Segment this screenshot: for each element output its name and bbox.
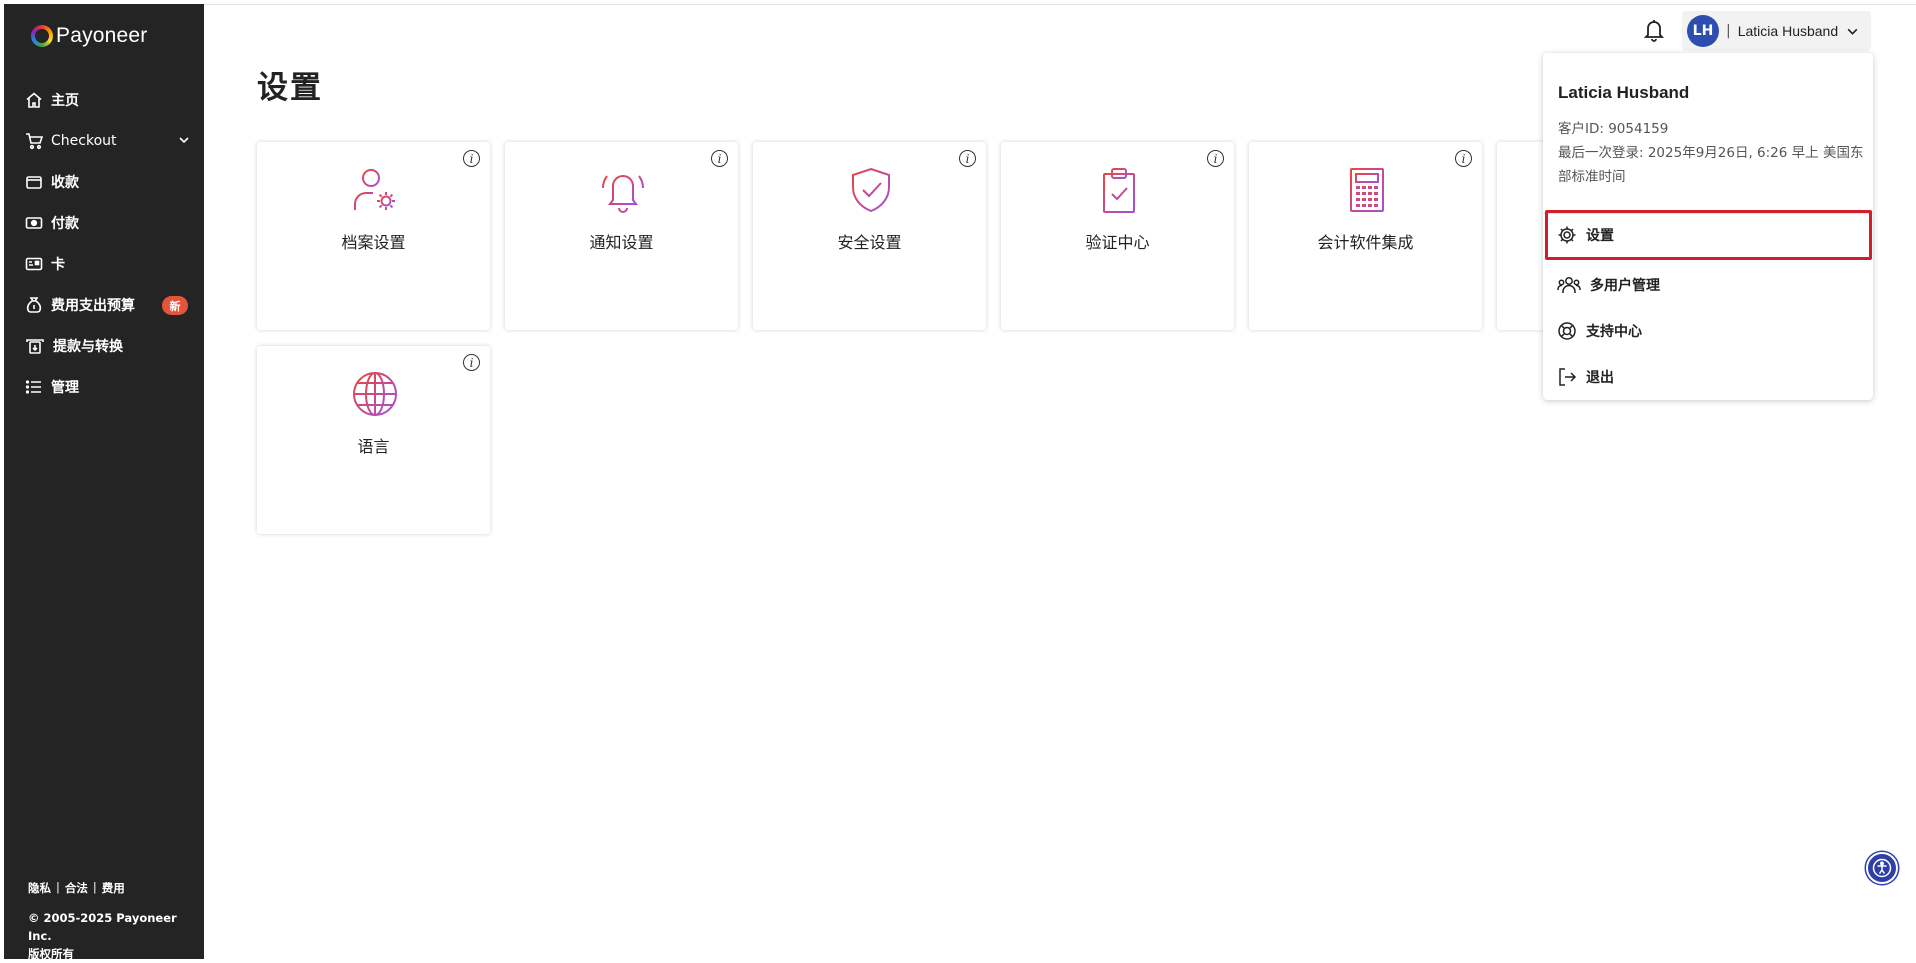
users-icon (1557, 277, 1581, 293)
card-label: 语言 (357, 437, 390, 456)
new-badge: 新 (162, 296, 188, 315)
card-accounting-integration[interactable]: i 会计软件集成 (1249, 142, 1482, 330)
calculator-icon (1350, 168, 1384, 212)
wallet-icon (26, 176, 42, 189)
menu-item-label: 多用户管理 (1590, 278, 1660, 294)
last-login: 最后一次登录: 2025年9月26日, 6:26 早上 美国东部标准时间 (1558, 145, 1864, 185)
card-label: 通知设置 (589, 233, 654, 252)
menu-item-label: 退出 (1586, 370, 1614, 386)
card-verification-center[interactable]: i 验证中心 (1001, 142, 1234, 330)
menu-item-label: 设置 (1586, 228, 1614, 244)
card-label: 档案设置 (341, 233, 406, 252)
card-label: 会计软件集成 (1317, 233, 1414, 252)
sidebar-item-receive[interactable]: 收款 (25, 167, 190, 197)
footer-separator: | (56, 880, 60, 894)
info-icon[interactable]: i (711, 150, 728, 167)
user-dropdown-menu: Laticia Husband 客户ID: 9054159 最后一次登录: 20… (1543, 53, 1873, 400)
bell-notification-icon (602, 172, 644, 213)
card-label: 验证中心 (1085, 233, 1150, 252)
sidebar-item-home[interactable]: 主页 (25, 85, 190, 115)
sidebar: Payoneer 主页 Checkout 收款 付款 卡 费用支出预算 新 提款… (4, 4, 204, 961)
accessibility-icon (1872, 858, 1892, 878)
menu-item-support[interactable]: 支持中心 (1545, 306, 1872, 356)
customer-id: 客户ID: 9054159 (1558, 121, 1669, 137)
copyright: © 2005-2025 Payoneer Inc. 版权所有 (28, 909, 198, 963)
menu-item-multi-user[interactable]: 多用户管理 (1545, 260, 1872, 310)
info-icon[interactable]: i (1207, 150, 1224, 167)
card-icon (25, 257, 43, 271)
copyright-text: © 2005-2025 Payoneer Inc. (28, 911, 177, 943)
money-icon (25, 217, 43, 229)
card-language[interactable]: i 语言 (257, 346, 490, 534)
card-notification-settings[interactable]: i 通知设置 (505, 142, 738, 330)
sidebar-item-withdraw[interactable]: 提款与转换 (25, 331, 190, 361)
sidebar-item-card[interactable]: 卡 (25, 249, 190, 279)
page-title: 设置 (257, 70, 323, 106)
moneybag-icon (26, 297, 42, 313)
user-separator: | (1726, 23, 1731, 39)
avatar: LH (1687, 15, 1719, 47)
sidebar-item-label: 卡 (51, 257, 65, 273)
brand-name: Payoneer (56, 24, 148, 47)
accessibility-button[interactable] (1866, 852, 1898, 884)
card-security-settings[interactable]: i 安全设置 (753, 142, 986, 330)
sidebar-item-label: 管理 (51, 380, 79, 396)
list-icon (25, 380, 41, 394)
sidebar-item-label: 付款 (51, 216, 79, 232)
gear-icon (1558, 226, 1576, 244)
payoneer-logo[interactable]: Payoneer (31, 24, 148, 48)
sidebar-item-label: 主页 (51, 93, 79, 109)
sidebar-item-manage[interactable]: 管理 (25, 372, 190, 402)
sidebar-item-expense-budget[interactable]: 费用支出预算 新 (25, 290, 190, 320)
sidebar-item-label: 提款与转换 (53, 339, 123, 355)
info-icon[interactable]: i (463, 354, 480, 371)
home-icon (26, 92, 42, 108)
top-border (160, 0, 1916, 5)
bell-icon[interactable] (1643, 18, 1665, 42)
sidebar-item-label: 费用支出预算 (51, 298, 135, 314)
menu-item-logout[interactable]: 退出 (1545, 352, 1872, 402)
cart-icon (26, 133, 43, 150)
card-label: 安全设置 (837, 233, 902, 252)
withdraw-icon (26, 339, 44, 354)
account-info: 客户ID: 9054159 最后一次登录: 2025年9月26日, 6:26 早… (1558, 117, 1868, 189)
user-name: Laticia Husband (1737, 23, 1839, 39)
info-icon[interactable]: i (1455, 150, 1472, 167)
clipboard-check-icon (1103, 168, 1135, 213)
lifebuoy-icon (1558, 322, 1576, 340)
chevron-down-icon (179, 137, 189, 144)
shield-check-icon (852, 167, 890, 213)
menu-item-label: 支持中心 (1586, 324, 1642, 340)
dropdown-user-name: Laticia Husband (1558, 83, 1690, 102)
logout-icon (1559, 368, 1577, 386)
menu-item-settings[interactable]: 设置 (1545, 210, 1872, 260)
card-profile-settings[interactable]: i 档案设置 (257, 142, 490, 330)
user-menu-button[interactable]: LH | Laticia Husband (1682, 11, 1871, 51)
logo-ring-icon (31, 25, 53, 47)
sidebar-item-checkout[interactable]: Checkout (25, 126, 190, 156)
privacy-link[interactable]: 隐私 (28, 880, 51, 896)
sidebar-item-label: Checkout (51, 133, 117, 149)
sidebar-item-label: 收款 (51, 175, 79, 191)
footer-separator: | (92, 880, 97, 894)
globe-icon (353, 372, 397, 416)
rights-text: 版权所有 (28, 947, 74, 961)
footer-links: 隐私 | 合法 | 费用 (28, 880, 125, 896)
fees-link[interactable]: 费用 (102, 880, 125, 896)
info-icon[interactable]: i (463, 150, 480, 167)
app-window: Payoneer 主页 Checkout 收款 付款 卡 费用支出预算 新 提款… (0, 0, 1916, 961)
sidebar-item-pay[interactable]: 付款 (25, 208, 190, 238)
profile-settings-icon (354, 169, 395, 210)
legal-link[interactable]: 合法 (65, 880, 88, 896)
chevron-down-icon (1847, 28, 1858, 35)
info-icon[interactable]: i (959, 150, 976, 167)
